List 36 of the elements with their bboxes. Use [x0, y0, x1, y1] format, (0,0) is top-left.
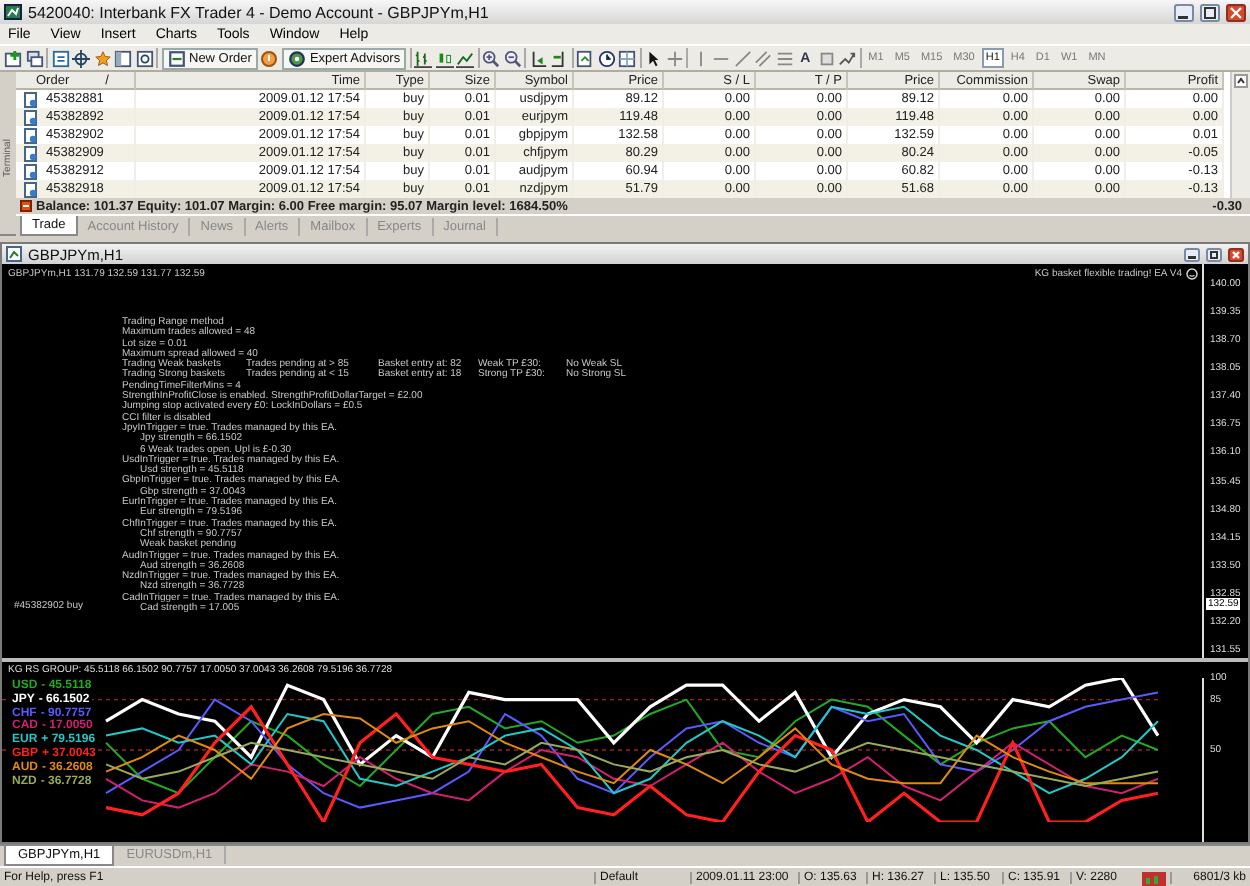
panel-icon — [114, 49, 132, 67]
crosshair-tool-icon — [665, 49, 684, 67]
autoscroll-icon — [550, 49, 569, 67]
zoom-out-icon — [503, 49, 522, 67]
bar-chart-icon — [414, 49, 433, 67]
label-icon — [817, 49, 836, 67]
candle-icon — [435, 49, 454, 67]
fibonacci-icon — [775, 49, 794, 67]
chart-icon — [6, 246, 22, 262]
crosshair-icon — [72, 49, 90, 67]
minimize-icon[interactable] — [1174, 3, 1194, 21]
star-icon — [93, 49, 111, 67]
line-chart-icon — [456, 49, 475, 67]
close-icon[interactable] — [1226, 3, 1246, 21]
window-title: 5420040: Interbank FX Trader 4 - Demo Account - GBPJPYm,H1 — [28, 3, 491, 21]
clock-icon — [597, 49, 616, 67]
arrows-icon — [838, 49, 857, 67]
close-icon[interactable] — [1228, 247, 1244, 261]
order-icon — [167, 49, 185, 67]
grid-window-icon — [618, 49, 637, 67]
template-icon — [576, 49, 595, 67]
trend-line-icon — [733, 49, 752, 67]
windows-icon — [25, 49, 43, 67]
scroll-up-icon[interactable] — [1234, 74, 1248, 88]
cursor-icon — [644, 49, 663, 67]
smiley-icon — [1186, 268, 1198, 280]
chart-shift-icon — [529, 49, 548, 67]
magnifier-window-icon — [135, 49, 153, 67]
list-window-icon — [51, 49, 69, 67]
minimize-icon[interactable] — [1184, 247, 1200, 261]
zoom-in-icon — [482, 49, 501, 67]
app-icon — [4, 4, 22, 20]
maximize-icon[interactable] — [1200, 3, 1220, 21]
traffic-icon — [1142, 871, 1166, 885]
channel-icon — [754, 49, 773, 67]
maximize-icon[interactable] — [1206, 247, 1222, 261]
